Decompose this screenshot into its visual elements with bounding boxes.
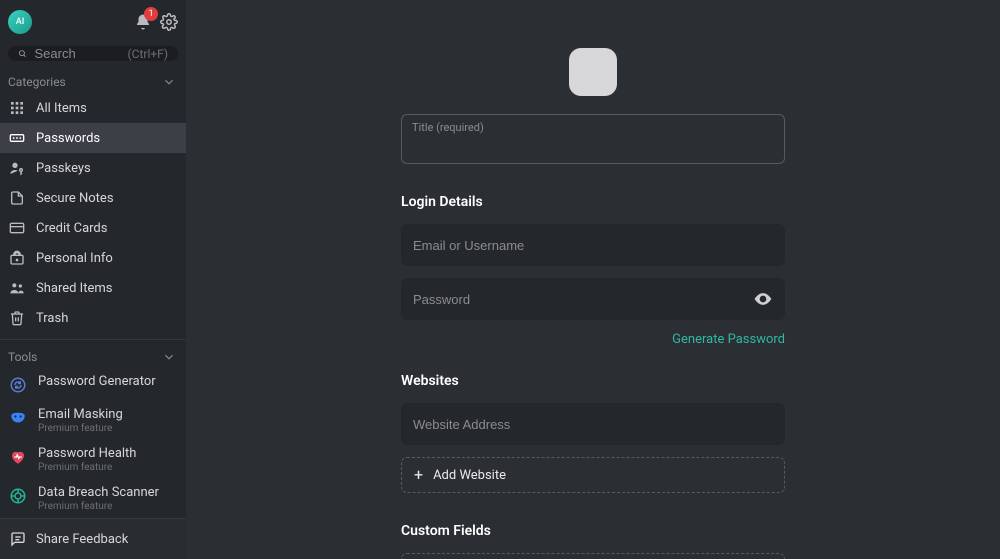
chevron-down-icon (162, 75, 176, 89)
sidebar-item-secure-notes[interactable]: Secure Notes (0, 183, 186, 213)
sidebar-item-label: Trash (36, 311, 68, 326)
websites-heading: Websites (401, 373, 785, 389)
people-icon (8, 279, 26, 297)
sidebar-item-all-items[interactable]: All Items (0, 93, 186, 123)
passkey-icon (8, 159, 26, 177)
tool-title: Password Health (38, 446, 136, 461)
tool-password-health[interactable]: Password Health Premium feature (0, 440, 186, 479)
settings-button[interactable] (160, 13, 178, 31)
title-label: Title (required) (412, 121, 774, 134)
search-field[interactable]: (Ctrl+F) (8, 46, 178, 61)
tool-title: Password Generator (38, 374, 156, 389)
categories-label: Categories (8, 75, 66, 89)
website-input[interactable] (413, 417, 773, 432)
note-icon (8, 189, 26, 207)
title-field[interactable]: Title (required) (401, 114, 785, 164)
sidebar-item-passkeys[interactable]: Passkeys (0, 153, 186, 183)
person-icon (8, 249, 26, 267)
sidebar-item-passwords[interactable]: Passwords (0, 123, 186, 153)
chat-icon (10, 531, 26, 547)
password-field[interactable] (401, 278, 785, 320)
main-content: Title (required) Login Details Generate … (186, 0, 1000, 559)
avatar[interactable]: AI (8, 10, 32, 34)
tool-data-breach-scanner[interactable]: Data Breach Scanner Premium feature (0, 479, 186, 518)
share-feedback-button[interactable]: Share Feedback (0, 519, 186, 559)
sidebar-item-label: Credit Cards (36, 221, 107, 236)
title-input[interactable] (412, 136, 774, 152)
sidebar-item-label: Secure Notes (36, 191, 114, 206)
tool-title: Data Breach Scanner (38, 485, 159, 500)
custom-fields-heading: Custom Fields (401, 523, 785, 539)
card-icon (8, 219, 26, 237)
search-icon (18, 46, 27, 61)
password-icon (8, 129, 26, 147)
sidebar-item-label: Personal Info (36, 251, 113, 266)
add-website-label: Add Website (433, 468, 506, 483)
sidebar-item-label: Shared Items (36, 281, 112, 296)
sidebar: AI 1 (Ctrl+F) Categories All Items Passw… (0, 0, 186, 559)
password-input[interactable] (413, 292, 753, 307)
feedback-label: Share Feedback (36, 532, 128, 547)
tool-password-generator[interactable]: Password Generator (0, 368, 186, 401)
generate-password-link[interactable]: Generate Password (672, 332, 785, 347)
tools-header[interactable]: Tools (0, 346, 186, 368)
chevron-down-icon (162, 350, 176, 364)
plus-icon: + (414, 467, 423, 483)
login-details-heading: Login Details (401, 194, 785, 210)
sidebar-item-credit-cards[interactable]: Credit Cards (0, 213, 186, 243)
tool-subtitle: Premium feature (38, 501, 159, 512)
divider (0, 339, 186, 340)
sidebar-item-personal-info[interactable]: Personal Info (0, 243, 186, 273)
trash-icon (8, 309, 26, 327)
email-input[interactable] (413, 238, 773, 253)
sidebar-item-label: Passkeys (36, 161, 91, 176)
sidebar-item-label: All Items (36, 101, 87, 116)
scanner-icon (8, 486, 28, 506)
grid-icon (8, 99, 26, 117)
add-website-button[interactable]: + Add Website (401, 457, 785, 493)
eye-icon (753, 289, 773, 309)
sidebar-item-label: Passwords (36, 131, 100, 146)
tool-subtitle: Premium feature (38, 462, 136, 473)
sidebar-item-shared-items[interactable]: Shared Items (0, 273, 186, 303)
tool-subtitle: Premium feature (38, 423, 123, 434)
sidebar-item-trash[interactable]: Trash (0, 303, 186, 333)
toggle-password-visibility[interactable] (753, 289, 773, 309)
tool-title: Email Masking (38, 407, 123, 422)
categories-header[interactable]: Categories (0, 71, 186, 93)
generator-icon (8, 375, 28, 395)
notification-badge: 1 (144, 7, 158, 21)
generate-password-row: Generate Password (401, 332, 785, 347)
item-icon-placeholder[interactable] (569, 48, 617, 96)
mask-icon (8, 408, 28, 428)
notifications-button[interactable]: 1 (134, 13, 152, 31)
email-field[interactable] (401, 224, 785, 266)
gear-icon (160, 13, 178, 31)
search-input[interactable] (35, 46, 120, 61)
tools-label: Tools (8, 350, 37, 364)
form-column: Title (required) Login Details Generate … (401, 48, 785, 559)
add-field-button[interactable]: + Add Field (401, 553, 785, 559)
tool-email-masking[interactable]: Email Masking Premium feature (0, 401, 186, 440)
sidebar-header: AI 1 (0, 0, 186, 42)
health-icon (8, 447, 28, 467)
website-field[interactable] (401, 403, 785, 445)
search-hint: (Ctrl+F) (128, 47, 168, 61)
